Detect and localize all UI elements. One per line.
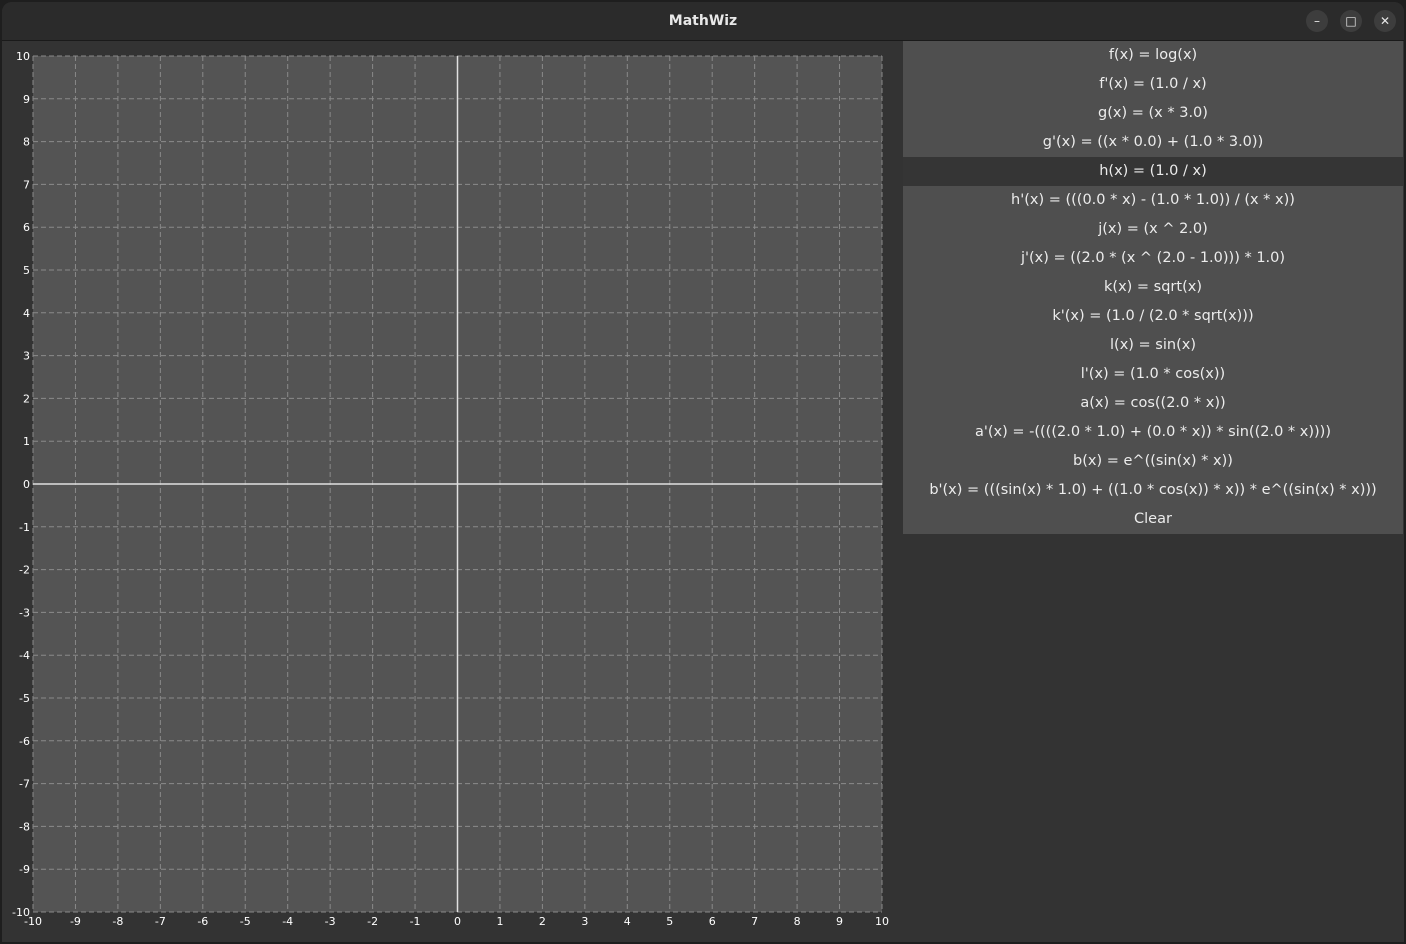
x-tick-label: -4 <box>282 915 293 928</box>
y-tick-label: 5 <box>23 264 30 277</box>
y-tick-label: -1 <box>19 521 30 534</box>
title-bar[interactable]: MathWiz – □ ✕ <box>2 2 1404 41</box>
y-tick-label: 10 <box>16 50 30 63</box>
y-tick-label: 2 <box>23 392 30 405</box>
x-tick-label: -8 <box>112 915 123 928</box>
function-item[interactable]: a'(x) = -((((2.0 * 1.0) + (0.0 * x)) * s… <box>903 418 1403 447</box>
y-tick-label: -5 <box>19 692 30 705</box>
y-tick-label: -7 <box>19 778 30 791</box>
function-item[interactable]: g'(x) = ((x * 0.0) + (1.0 * 3.0)) <box>903 128 1403 157</box>
function-list: f(x) = log(x) f'(x) = (1.0 / x) g(x) = (x … <box>903 41 1403 534</box>
function-item[interactable]: l(x) = sin(x) <box>903 331 1403 360</box>
y-tick-label: 1 <box>23 435 30 448</box>
graph-area[interactable]: -10 -9 -8 -7 -6 -5 -4 -3 -2 -1 0 1 2 3 4 5 6 7 8 9 10 -10 -9 -8… <box>2 41 902 942</box>
x-tick-label: 0 <box>454 915 461 928</box>
function-item[interactable]: k(x) = sqrt(x) <box>903 273 1403 302</box>
y-tick-label: -9 <box>19 863 30 876</box>
x-tick-label: 9 <box>836 915 843 928</box>
function-item[interactable]: f(x) = log(x) <box>903 41 1403 70</box>
x-tick-label: 6 <box>709 915 716 928</box>
function-item[interactable]: k'(x) = (1.0 / (2.0 * sqrt(x))) <box>903 302 1403 331</box>
x-tick-label: 8 <box>794 915 801 928</box>
y-tick-label: -2 <box>19 564 30 577</box>
y-tick-label: -3 <box>19 606 30 619</box>
function-item[interactable]: h(x) = (1.0 / x) <box>903 157 1403 186</box>
x-tick-label: 10 <box>875 915 889 928</box>
x-tick-label: 7 <box>751 915 758 928</box>
function-item[interactable]: b'(x) = (((sin(x) * 1.0) + ((1.0 * cos(x… <box>903 476 1403 505</box>
function-item[interactable]: l'(x) = (1.0 * cos(x)) <box>903 360 1403 389</box>
maximize-button[interactable]: □ <box>1340 10 1362 32</box>
x-tick-label: 2 <box>539 915 546 928</box>
x-tick-label: -2 <box>367 915 378 928</box>
x-tick-label: -6 <box>197 915 208 928</box>
y-tick-label: -6 <box>19 735 30 748</box>
x-tick-label: 3 <box>581 915 588 928</box>
y-tick-label: 6 <box>23 221 30 234</box>
minimize-button[interactable]: – <box>1306 10 1328 32</box>
graph-canvas[interactable]: -10 -9 -8 -7 -6 -5 -4 -3 -2 -1 0 1 2 3 4 5 6 7 8 9 10-10-9-8… <box>2 41 902 942</box>
close-button[interactable]: ✕ <box>1374 10 1396 32</box>
x-tick-label: -3 <box>325 915 336 928</box>
function-item[interactable]: b(x) = e^((sin(x) * x)) <box>903 447 1403 476</box>
function-item[interactable]: a(x) = cos((2.0 * x)) <box>903 389 1403 418</box>
function-item[interactable]: h'(x) = (((0.0 * x) - (1.0 * 1.0)) / (x … <box>903 186 1403 215</box>
y-tick-label: -8 <box>19 820 30 833</box>
y-tick-label: 8 <box>23 136 30 149</box>
function-item[interactable]: g(x) = (x * 3.0) <box>903 99 1403 128</box>
x-tick-label: -9 <box>70 915 81 928</box>
y-tick-label: 7 <box>23 178 30 191</box>
y-tick-label: 4 <box>23 307 30 320</box>
y-tick-label: -10 <box>12 906 30 919</box>
app-window: MathWiz – □ ✕ -10 -9 -8 -7 -6 -5 -4 -3 -2 -1 0 1 2 3 4… <box>2 2 1404 942</box>
function-item[interactable]: j'(x) = ((2.0 * (x ^ (2.0 - 1.0))) * 1.0… <box>903 244 1403 273</box>
window-title: MathWiz <box>668 13 738 29</box>
x-tick-label: 5 <box>666 915 673 928</box>
x-tick-label: -5 <box>240 915 251 928</box>
clear-button[interactable]: Clear <box>903 505 1403 534</box>
x-tick-label: 1 <box>496 915 503 928</box>
function-item[interactable]: j(x) = (x ^ 2.0) <box>903 215 1403 244</box>
x-tick-label: 4 <box>624 915 631 928</box>
y-tick-label: 0 <box>23 478 30 491</box>
function-item[interactable]: f'(x) = (1.0 / x) <box>903 70 1403 99</box>
x-tick-label: -7 <box>155 915 166 928</box>
x-tick-label: -1 <box>410 915 421 928</box>
y-tick-label: 9 <box>23 93 30 106</box>
y-tick-label: 3 <box>23 350 30 363</box>
y-tick-label: -4 <box>19 649 30 662</box>
